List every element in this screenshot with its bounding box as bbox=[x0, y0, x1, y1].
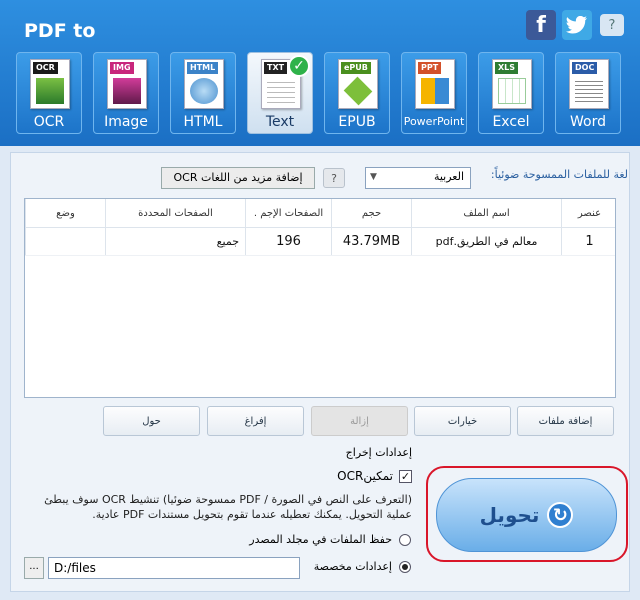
twitter-icon[interactable] bbox=[562, 10, 592, 40]
column-header[interactable]: حجم bbox=[331, 199, 411, 227]
format-label: PowerPoint bbox=[403, 115, 465, 128]
format-label: EPUB bbox=[338, 114, 376, 130]
word-icon: DOC bbox=[569, 59, 609, 109]
column-header[interactable]: وضع bbox=[25, 199, 105, 227]
enable-ocr-checkbox[interactable]: ✓ bbox=[399, 470, 412, 483]
format-word-button[interactable]: DOC Word bbox=[555, 52, 621, 134]
format-html-button[interactable]: HTML HTML bbox=[170, 52, 236, 134]
facebook-icon[interactable]: f bbox=[526, 10, 556, 40]
chevron-down-icon: ▼ bbox=[370, 172, 377, 182]
ocr-language-label: لغة للملفات الممسوحة ضوئياً: bbox=[490, 168, 628, 181]
column-header[interactable]: الصفحات الإجم . bbox=[245, 199, 331, 227]
ocr-language-value: العربية bbox=[433, 170, 464, 183]
save-in-source-label: حفظ الملفات في مجلد المصدر bbox=[249, 533, 392, 546]
help-icon[interactable]: ? bbox=[323, 168, 345, 188]
help-icon[interactable]: ? bbox=[600, 14, 624, 36]
clear-button[interactable]: إفراغ bbox=[207, 406, 304, 436]
format-epub-button[interactable]: ePUB EPUB bbox=[324, 52, 390, 134]
convert-button[interactable]: تحويل ↻ bbox=[436, 478, 617, 552]
format-label: Excel bbox=[492, 114, 530, 130]
custom-settings-label: إعدادات مخصصة bbox=[313, 560, 392, 573]
column-header[interactable]: الصفحات المحددة bbox=[105, 199, 245, 227]
epub-icon: ePUB bbox=[338, 59, 378, 109]
image-icon: IMG bbox=[107, 59, 147, 109]
more-languages-button[interactable]: إضافة مزيد من اللغات OCR bbox=[161, 167, 315, 189]
app-title: PDF to bbox=[24, 20, 96, 42]
file-table[interactable]: عنصر اسم الملف حجم الصفحات الإجم . الصفح… bbox=[24, 198, 616, 398]
format-text-button[interactable]: TXT ✓ Text bbox=[247, 52, 313, 134]
cell-selected-pages[interactable]: جميع bbox=[105, 227, 245, 255]
cell-file-name[interactable]: معالم في الطريق.pdf bbox=[411, 227, 561, 255]
format-image-button[interactable]: IMG Image bbox=[93, 52, 159, 134]
options-button[interactable]: خيارات bbox=[414, 406, 511, 436]
format-label: OCR bbox=[33, 114, 65, 130]
output-path-input[interactable]: D:/files bbox=[48, 557, 300, 579]
header: PDF to f ? OCR OCR IMG Image HTML HTML T… bbox=[0, 0, 640, 146]
cell-size[interactable]: 43.79MB bbox=[331, 227, 411, 255]
column-header[interactable]: اسم الملف bbox=[411, 199, 561, 227]
about-button[interactable]: حول bbox=[103, 406, 200, 436]
format-powerpoint-button[interactable]: PPT PowerPoint bbox=[401, 52, 467, 134]
format-ocr-button[interactable]: OCR OCR bbox=[16, 52, 82, 134]
save-in-source-radio[interactable] bbox=[399, 534, 411, 546]
format-label: Text bbox=[265, 114, 295, 130]
excel-icon: XLS bbox=[492, 59, 532, 109]
ocr-language-select[interactable]: العربية ▼ bbox=[365, 167, 471, 189]
html-icon: HTML bbox=[184, 59, 224, 109]
remove-button[interactable]: إزالة bbox=[311, 406, 408, 436]
checkmark-icon: ✓ bbox=[288, 55, 310, 77]
format-label: HTML bbox=[183, 114, 223, 130]
refresh-icon: ↻ bbox=[547, 502, 574, 528]
format-label: Image bbox=[104, 114, 148, 130]
ocr-icon: OCR bbox=[30, 59, 70, 109]
ocr-note: (التعرف على النص في الصورة / PDF ممسوحة … bbox=[44, 493, 412, 521]
cell-index[interactable]: 1 bbox=[561, 227, 617, 255]
custom-settings-radio[interactable] bbox=[399, 561, 411, 573]
browse-button[interactable]: ... bbox=[24, 557, 44, 579]
column-header[interactable]: عنصر bbox=[561, 199, 617, 227]
output-settings-title: إعدادات إخراج bbox=[345, 446, 412, 459]
enable-ocr-label: تمكينOCR bbox=[337, 469, 393, 483]
powerpoint-icon: PPT bbox=[415, 59, 455, 109]
convert-label: تحويل bbox=[479, 503, 540, 527]
format-label: Word bbox=[570, 114, 606, 130]
format-excel-button[interactable]: XLS Excel bbox=[478, 52, 544, 134]
cell-total-pages[interactable]: 196 bbox=[245, 227, 331, 255]
add-files-button[interactable]: إضافة ملفات bbox=[517, 406, 614, 436]
cell-status[interactable] bbox=[25, 227, 105, 255]
